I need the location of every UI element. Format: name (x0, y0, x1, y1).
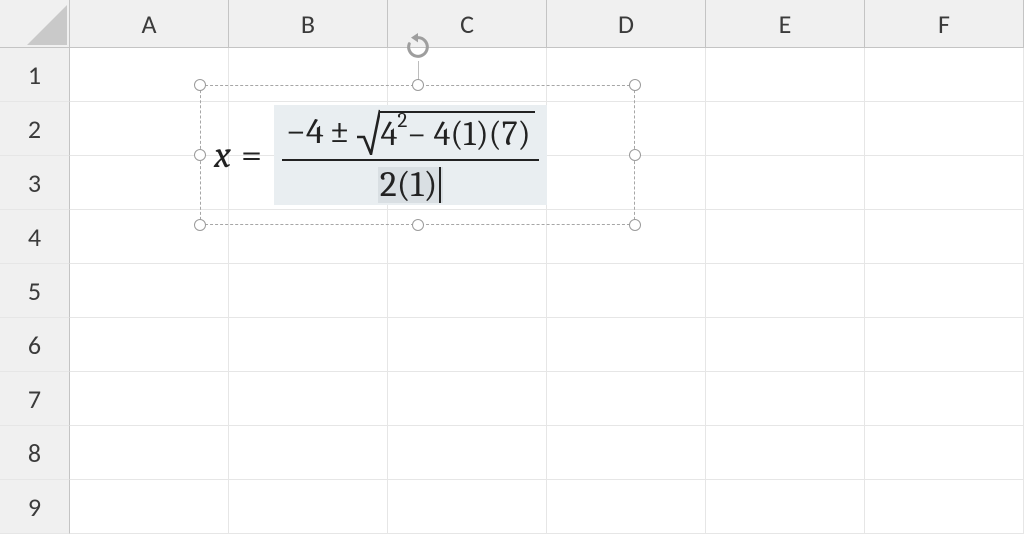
square-root: 42 − 4(1)(7) (356, 109, 535, 155)
cell-D9[interactable] (547, 480, 706, 534)
cell-A8[interactable] (70, 426, 229, 480)
plus-minus-sign: ± (330, 114, 350, 150)
cell-F6[interactable] (865, 318, 1024, 372)
equals-sign: = (241, 133, 262, 177)
col-header-D[interactable]: D (547, 0, 706, 48)
cell-B6[interactable] (229, 318, 388, 372)
cell-C5[interactable] (388, 264, 547, 318)
select-all-corner[interactable] (0, 0, 70, 48)
cell-E9[interactable] (706, 480, 865, 534)
col-header-F[interactable]: F (865, 0, 1024, 48)
cell-B8[interactable] (229, 426, 388, 480)
cell-F2[interactable] (865, 102, 1024, 156)
equation-content[interactable]: x = −4 ± 42 − 4(1)(7) (200, 85, 635, 225)
denominator-text: 2(1) (380, 167, 438, 203)
col-header-A[interactable]: A (70, 0, 229, 48)
cell-F1[interactable] (865, 48, 1024, 102)
radicand-base: 4 (381, 117, 398, 151)
rotate-handle[interactable] (404, 33, 432, 61)
cell-E6[interactable] (706, 318, 865, 372)
row-header-7[interactable]: 7 (0, 372, 70, 426)
cell-F9[interactable] (865, 480, 1024, 534)
col-header-E[interactable]: E (706, 0, 865, 48)
cell-F3[interactable] (865, 156, 1024, 210)
text-caret (439, 167, 441, 203)
equation-variable: x (214, 133, 231, 177)
radicand-rest: − 4(1)(7) (407, 117, 530, 151)
row-header-4[interactable]: 4 (0, 210, 70, 264)
cell-B7[interactable] (229, 372, 388, 426)
row-header-8[interactable]: 8 (0, 426, 70, 480)
col-header-B[interactable]: B (229, 0, 388, 48)
cell-C8[interactable] (388, 426, 547, 480)
row-header-6[interactable]: 6 (0, 318, 70, 372)
cell-B5[interactable] (229, 264, 388, 318)
cell-F4[interactable] (865, 210, 1024, 264)
radicand-exponent: 2 (397, 111, 407, 132)
cell-E4[interactable] (706, 210, 865, 264)
cell-D5[interactable] (547, 264, 706, 318)
row-header-1[interactable]: 1 (0, 48, 70, 102)
cell-F7[interactable] (865, 372, 1024, 426)
equation-rhs[interactable]: −4 ± 42 − 4(1)(7) 2(1) (274, 105, 547, 205)
denominator-edit-highlight[interactable]: 2(1) (378, 167, 443, 203)
cell-E7[interactable] (706, 372, 865, 426)
worksheet-grid[interactable]: A B C D E F 1 2 3 4 5 6 7 8 (0, 0, 1024, 538)
select-all-triangle-icon (27, 5, 67, 45)
cell-D6[interactable] (547, 318, 706, 372)
cell-D7[interactable] (547, 372, 706, 426)
cell-A7[interactable] (70, 372, 229, 426)
cell-B9[interactable] (229, 480, 388, 534)
cell-F8[interactable] (865, 426, 1024, 480)
cell-A5[interactable] (70, 264, 229, 318)
row-header-9[interactable]: 9 (0, 480, 70, 534)
fraction-numerator: −4 ± 42 − 4(1)(7) (282, 109, 539, 159)
cell-C7[interactable] (388, 372, 547, 426)
cell-F5[interactable] (865, 264, 1024, 318)
radical-icon (356, 109, 380, 155)
cell-E5[interactable] (706, 264, 865, 318)
rotate-icon (404, 33, 432, 61)
numerator-leading: −4 (286, 114, 324, 150)
radicand: 42 − 4(1)(7) (379, 111, 535, 155)
equation-object[interactable]: x = −4 ± 42 − 4(1)(7) (200, 85, 635, 225)
cell-E2[interactable] (706, 102, 865, 156)
cell-D8[interactable] (547, 426, 706, 480)
fraction: −4 ± 42 − 4(1)(7) 2(1) (282, 109, 539, 203)
cell-A6[interactable] (70, 318, 229, 372)
cell-E1[interactable] (706, 48, 865, 102)
cell-C9[interactable] (388, 480, 547, 534)
cell-C6[interactable] (388, 318, 547, 372)
fraction-denominator[interactable]: 2(1) (374, 161, 447, 203)
cell-E8[interactable] (706, 426, 865, 480)
row-header-2[interactable]: 2 (0, 102, 70, 156)
row-header-5[interactable]: 5 (0, 264, 70, 318)
row-header-3[interactable]: 3 (0, 156, 70, 210)
cell-A9[interactable] (70, 480, 229, 534)
cell-E3[interactable] (706, 156, 865, 210)
